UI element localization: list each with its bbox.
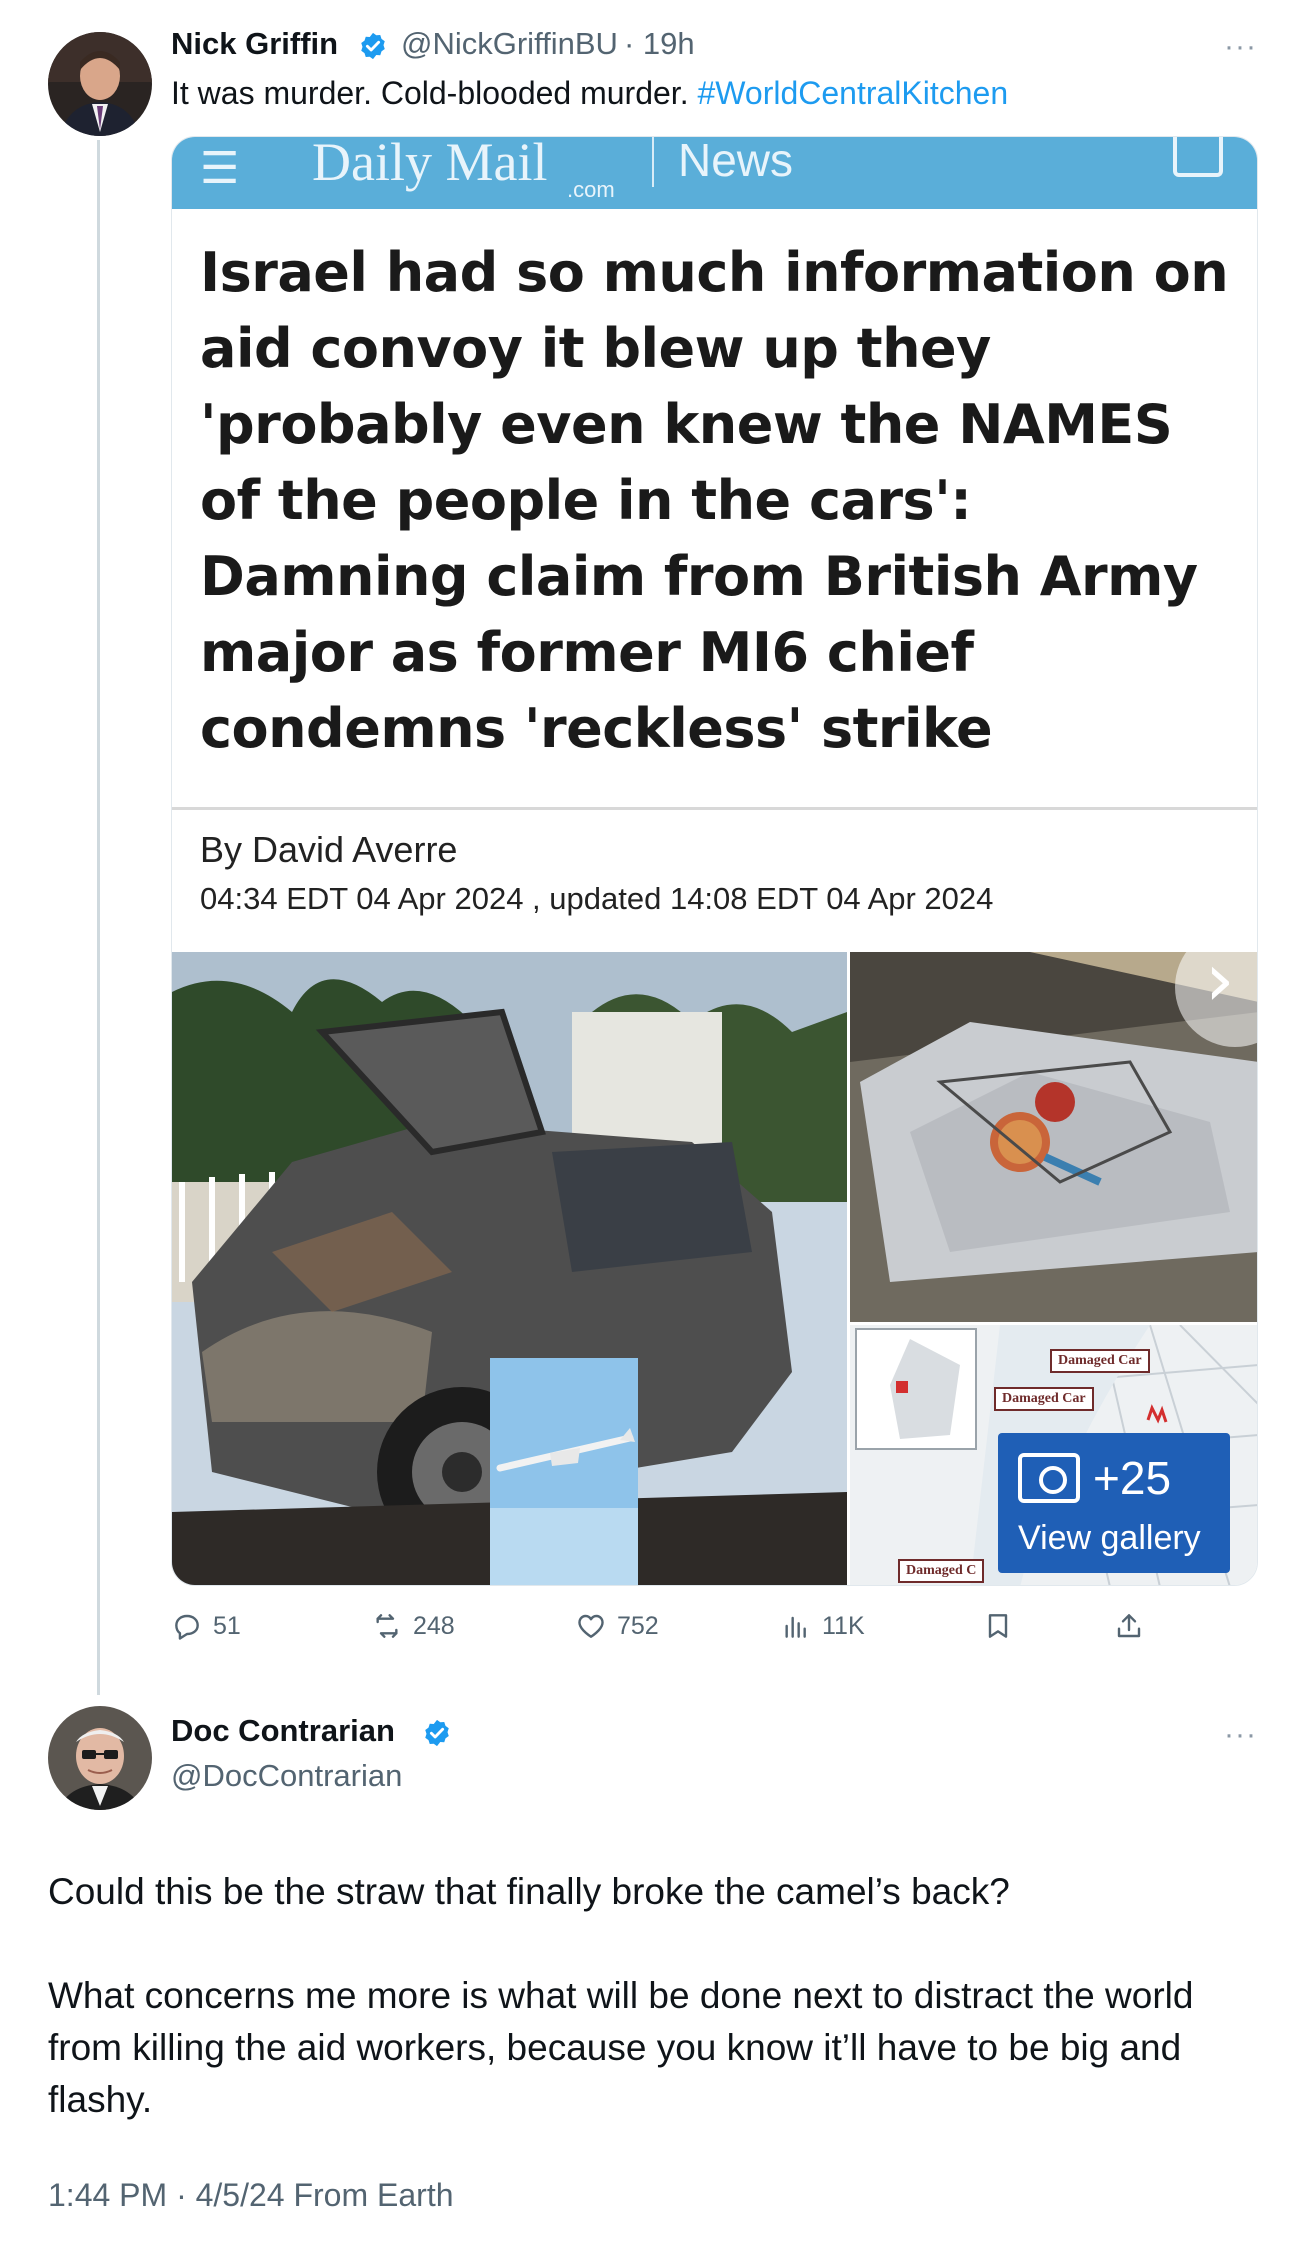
map-label-damaged-car-2: Damaged Car — [994, 1387, 1094, 1411]
chevron-right-icon: › — [1205, 937, 1235, 1023]
tweet-text-body: It was murder. Cold-blooded murder. — [171, 75, 698, 111]
bookmark-button[interactable] — [982, 1610, 1014, 1642]
avatar-nick-griffin[interactable] — [48, 32, 152, 136]
reply-button[interactable]: 51 — [171, 1610, 241, 1642]
repost-count: 248 — [413, 1611, 455, 1640]
gallery-count: +25 — [1093, 1452, 1172, 1504]
more-options-icon[interactable]: ··· — [1224, 1720, 1257, 1750]
share-upload-icon — [1117, 1614, 1141, 1638]
article-dateline: 04:34 EDT 04 Apr 2024 , updated 14:08 ED… — [200, 881, 994, 916]
bookmark-icon — [988, 1614, 1008, 1638]
like-count: 752 — [617, 1611, 659, 1640]
drone-inset-photo — [490, 1358, 638, 1585]
masthead-com: .com — [567, 177, 615, 202]
heart-icon — [578, 1614, 604, 1638]
tweet-timestamp[interactable]: 1:44 PM · 4/5/24 From Earth — [48, 2177, 454, 2214]
repost-icon — [376, 1614, 398, 1638]
like-button[interactable]: 752 — [575, 1610, 659, 1642]
handle-text[interactable]: @NickGriffinBU — [401, 26, 618, 61]
article-byline: By David Averre — [200, 829, 458, 870]
camera-icon — [1018, 1453, 1080, 1503]
author-name[interactable]: Nick Griffin — [171, 26, 338, 62]
share-button[interactable] — [1113, 1610, 1145, 1642]
masthead-brand: Daily Mail — [312, 136, 548, 192]
thread-connector-line — [97, 140, 100, 1695]
article-headline: Israel had so much information on aid co… — [200, 241, 1229, 760]
reply-count: 51 — [213, 1611, 241, 1640]
tweet-paragraph: What concerns me more is what will be do… — [48, 1975, 1194, 2120]
gallery-label: View gallery — [1018, 1519, 1201, 1557]
hamburger-menu-icon: ☰ — [200, 144, 240, 193]
article-divider — [172, 807, 1257, 810]
author-handle[interactable]: @DocContrarian — [171, 1758, 402, 1794]
view-gallery-button: +25 View gallery — [998, 1433, 1230, 1573]
analytics-icon — [785, 1616, 806, 1638]
hashtag-link[interactable]: #WorldCentralKitchen — [697, 75, 1008, 111]
daily-mail-masthead: ☰ Daily Mail .com News — [172, 137, 1257, 209]
author-handle[interactable]: @NickGriffinBU · 19h — [401, 26, 695, 62]
tweet-paragraph: Could this be the straw that finally bro… — [48, 1871, 1010, 1912]
repost-button[interactable]: 248 — [371, 1610, 455, 1642]
verified-badge-icon — [425, 1719, 449, 1747]
tweet-text: It was murder. Cold-blooded murder. #Wor… — [171, 75, 1008, 112]
share-icon — [1173, 137, 1223, 177]
verified-badge-icon — [361, 32, 385, 60]
views-button[interactable]: 11K — [780, 1610, 865, 1642]
avatar-doc-contrarian[interactable] — [48, 1706, 152, 1810]
attached-image[interactable]: ☰ Daily Mail .com News Israel had so muc… — [171, 136, 1258, 1586]
masthead-section: News — [678, 136, 794, 186]
tweet-text: Could this be the straw that finally bro… — [48, 1866, 1268, 2178]
map-label-damaged-car-3: Damaged C — [898, 1559, 985, 1583]
view-count: 11K — [822, 1611, 865, 1640]
masthead-divider — [652, 137, 654, 187]
tweet-time[interactable]: · 19h — [624, 26, 695, 61]
author-name[interactable]: Doc Contrarian — [171, 1713, 395, 1749]
reply-icon — [175, 1614, 199, 1640]
map-label-damaged-car-1: Damaged Car — [1050, 1349, 1150, 1373]
more-options-icon[interactable]: ··· — [1224, 32, 1257, 62]
